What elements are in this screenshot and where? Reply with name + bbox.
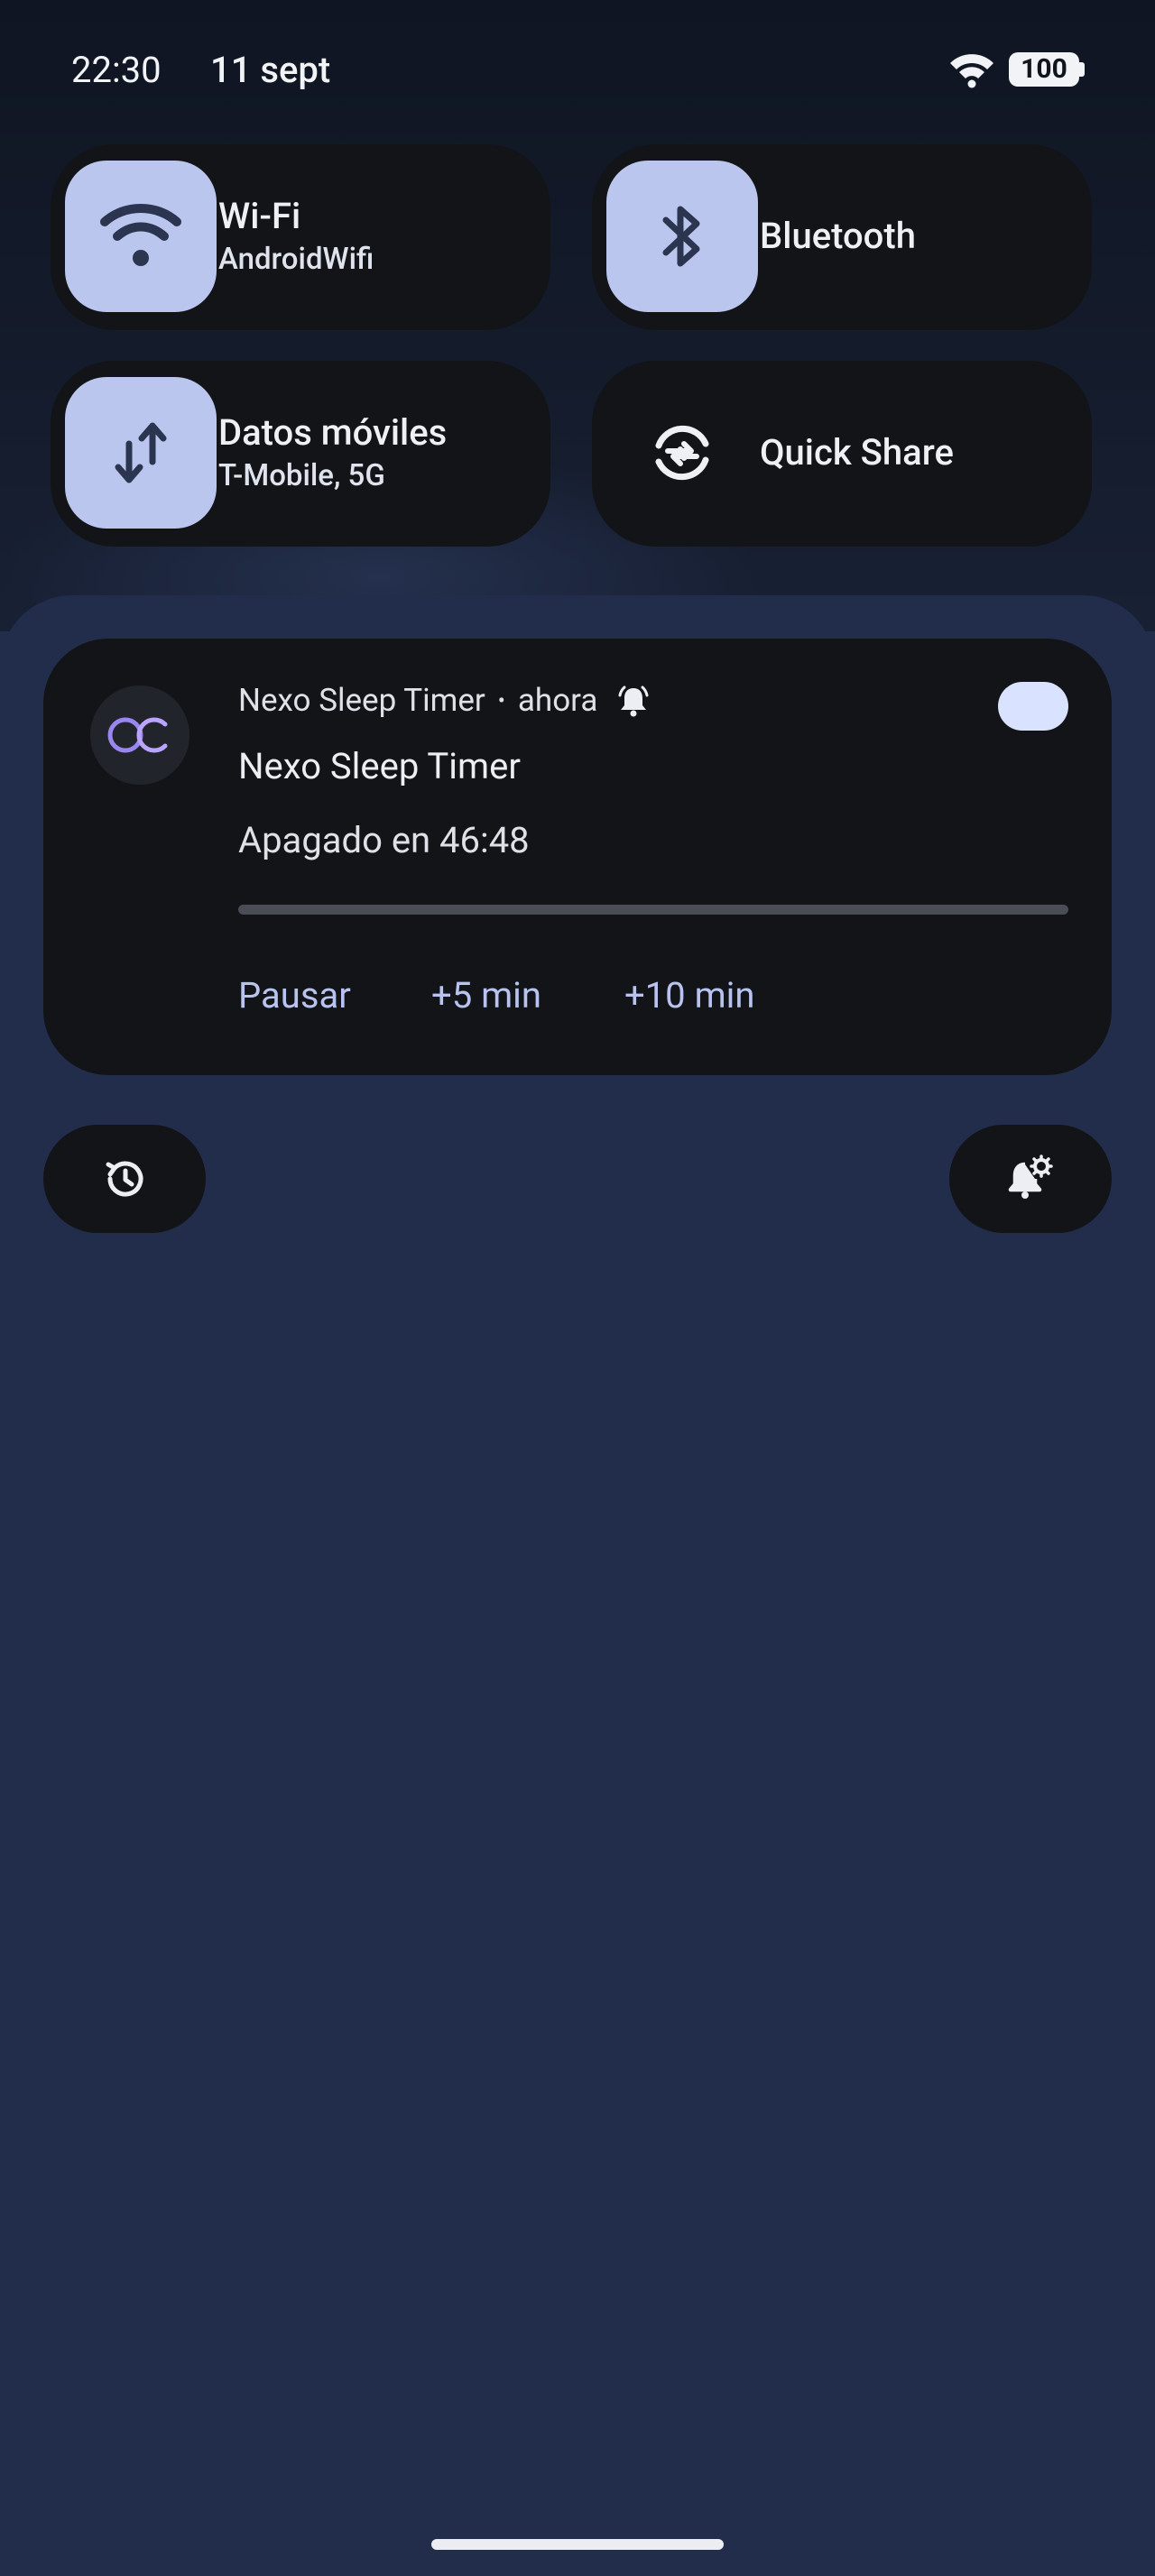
status-time: 22:30 [71, 49, 162, 91]
tile-wifi[interactable]: Wi-Fi AndroidWifi [51, 144, 550, 330]
tile-quick-share-title: Quick Share [760, 431, 954, 474]
tile-quick-share[interactable]: Quick Share [592, 361, 1092, 547]
notification-header: Nexo Sleep Timer • ahora [238, 682, 651, 719]
wifi-signal-icon [950, 54, 993, 88]
battery-indicator: 100 [1009, 52, 1079, 87]
notification-app-name: Nexo Sleep Timer [238, 682, 485, 719]
notification-history-button[interactable] [43, 1125, 206, 1233]
mobile-data-icon [115, 422, 167, 483]
app-icon [90, 685, 189, 785]
pause-button[interactable]: Pausar [238, 974, 351, 1017]
history-icon [106, 1161, 143, 1197]
tile-bluetooth[interactable]: Bluetooth [592, 144, 1092, 330]
tile-quick-share-icon-button[interactable] [606, 377, 758, 529]
tile-bluetooth-title: Bluetooth [760, 215, 916, 257]
header-separator: • [497, 687, 505, 713]
bluetooth-icon [662, 206, 700, 267]
battery-nub [1079, 62, 1085, 77]
progress-bar [238, 905, 1068, 915]
tile-bluetooth-icon-button[interactable] [606, 161, 758, 312]
add-10-min-button[interactable]: +10 min [624, 974, 754, 1017]
wifi-icon [100, 204, 181, 266]
expand-toggle[interactable] [998, 682, 1068, 731]
notification-text: Apagado en 46:48 [238, 819, 530, 861]
notification-settings-button[interactable] [949, 1125, 1112, 1233]
add-5-min-button[interactable]: +5 min [431, 974, 541, 1017]
notification-settings-icon [1008, 1155, 1053, 1199]
tile-wifi-title: Wi-Fi [218, 195, 301, 237]
notification-card[interactable]: Nexo Sleep Timer • ahora Nexo Sleep Time… [43, 639, 1112, 1075]
alerting-bell-icon [618, 685, 649, 716]
tile-mobile-data-title: Datos móviles [218, 411, 448, 454]
status-date: 11 sept [210, 49, 331, 91]
home-indicator[interactable] [431, 2539, 724, 2550]
notification-title: Nexo Sleep Timer [238, 745, 521, 787]
quick-share-icon [655, 425, 709, 481]
tile-mobile-data-icon-button[interactable] [65, 377, 217, 529]
tile-mobile-data[interactable]: Datos móviles T-Mobile, 5G [51, 361, 550, 547]
nexo-logo-icon [107, 717, 168, 753]
tile-wifi-subtitle: AndroidWifi [218, 242, 374, 277]
tile-wifi-icon-button[interactable] [65, 161, 217, 312]
tile-mobile-data-subtitle: T-Mobile, 5G [218, 458, 385, 493]
notification-time: ahora [517, 682, 598, 719]
